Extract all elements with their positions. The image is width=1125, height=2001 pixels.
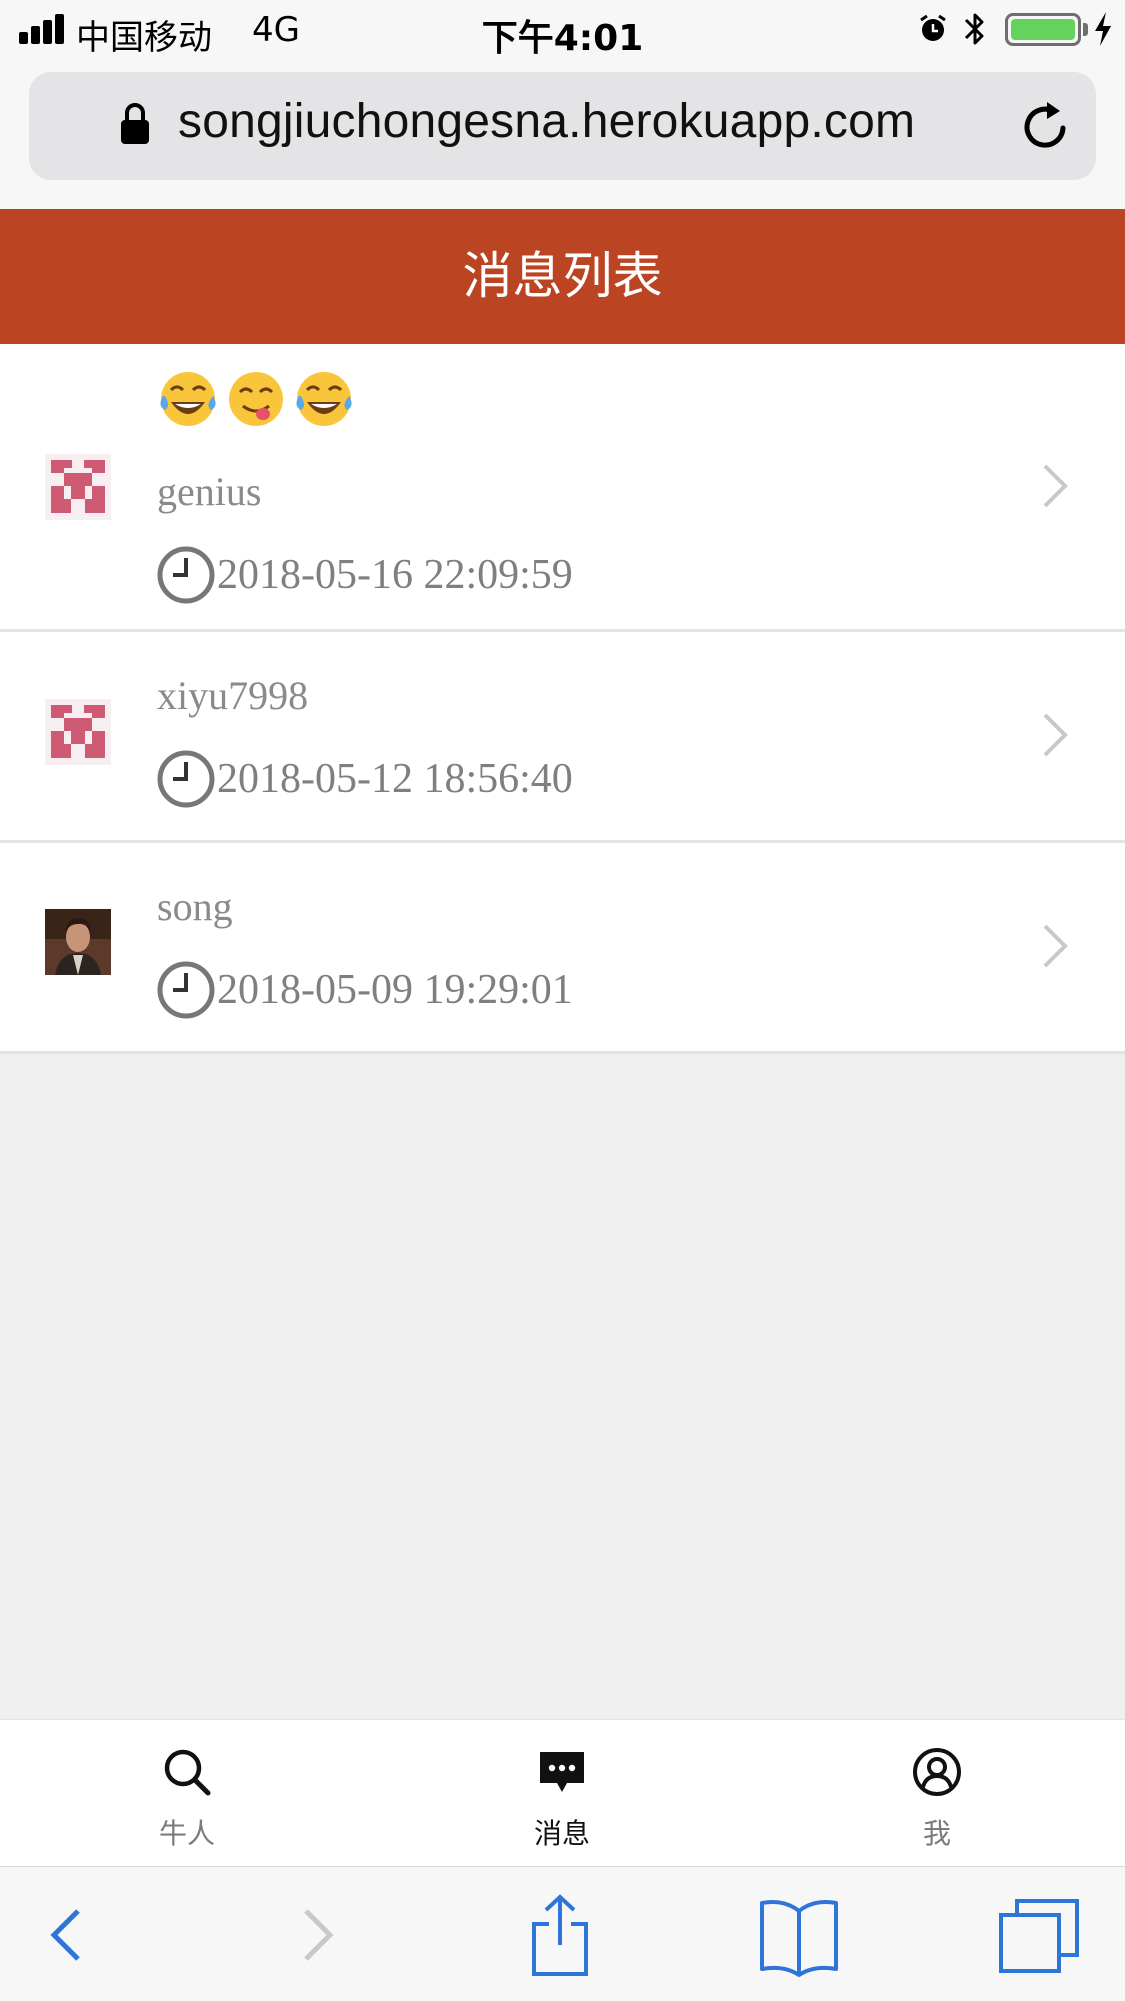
battery-icon (1005, 13, 1081, 46)
user-icon (913, 1748, 961, 1796)
clock-icon (157, 750, 215, 808)
chevron-right-icon (1043, 713, 1068, 757)
share-icon (532, 1894, 588, 1976)
address-bar[interactable]: songjiuchongesna.herokuapp.com (29, 72, 1096, 180)
message-item[interactable]: genius 2018-05-16 22:09:59 (0, 344, 1125, 632)
book-icon (760, 1900, 838, 1977)
clock-icon (157, 961, 215, 1019)
alarm-icon (920, 14, 946, 41)
sender-name: genius (157, 469, 262, 514)
chevron-left-icon (50, 1909, 80, 1961)
tab-label: 牛人 (158, 1817, 215, 1850)
chevron-right-icon (304, 1909, 334, 1961)
message-item[interactable]: song 2018-05-09 19:29:01 (0, 843, 1125, 1054)
tab-label: 我 (922, 1817, 951, 1850)
message-time: 2018-05-09 19:29:01 (157, 961, 573, 1019)
photo-portrait-avatar (45, 909, 111, 975)
message-time: 2018-05-16 22:09:59 (157, 546, 573, 604)
message-item[interactable]: xiyu7998 2018-05-12 18:56:40 (0, 632, 1125, 843)
message-time-text: 2018-05-12 18:56:40 (217, 756, 573, 802)
tears-of-joy-emoji-icon (160, 372, 216, 426)
tears-of-joy-emoji-icon (296, 372, 352, 426)
back-button[interactable] (22, 1891, 112, 1981)
charging-bolt-icon (1095, 12, 1111, 46)
avatar (45, 699, 111, 765)
yum-emoji-icon (229, 372, 283, 426)
tab-messages[interactable]: 消息 (462, 1720, 662, 1867)
avatar (45, 909, 111, 975)
status-time: 下午4:01 (481, 18, 644, 59)
battery-cap (1083, 23, 1088, 36)
tab-me[interactable]: 我 (837, 1720, 1037, 1867)
tabs-button[interactable] (995, 1891, 1085, 1981)
bookmarks-button[interactable] (754, 1891, 844, 1981)
identicon-avatar (45, 699, 111, 765)
browser-top-chrome: 中国移动 4G 下午4:01 songjiuchongesna.herokuap… (0, 0, 1125, 209)
message-time-text: 2018-05-16 22:09:59 (217, 552, 573, 598)
page-title: 消息列表 (462, 247, 663, 305)
app-header: 消息列表 (0, 209, 1125, 344)
status-bar: 中国移动 4G 下午4:01 (0, 0, 1125, 64)
bluetooth-icon (964, 13, 984, 45)
chevron-right-icon (1043, 464, 1068, 508)
identicon-avatar (45, 454, 111, 520)
message-time: 2018-05-12 18:56:40 (157, 750, 573, 808)
clock-icon (157, 546, 215, 604)
tab-niuren[interactable]: 牛人 (87, 1720, 287, 1867)
forward-button[interactable] (272, 1891, 362, 1981)
sender-name: xiyu7998 (157, 673, 309, 718)
app-tab-bar: 牛人 消息 我 (0, 1719, 1125, 1866)
battery-level (1011, 19, 1075, 40)
share-button[interactable] (515, 1891, 605, 1981)
url-text[interactable]: songjiuchongesna.herokuapp.com (178, 94, 915, 149)
message-preview-emojis (157, 368, 355, 434)
chat-bubble-icon (540, 1752, 584, 1792)
browser-toolbar (0, 1866, 1125, 2001)
sender-name: song (157, 884, 233, 929)
chevron-right-icon (1043, 924, 1068, 968)
message-time-text: 2018-05-09 19:29:01 (217, 967, 573, 1013)
reload-icon[interactable] (1020, 98, 1072, 154)
lock-icon (121, 103, 149, 144)
avatar (45, 454, 111, 520)
tab-label: 消息 (533, 1817, 590, 1850)
search-icon (164, 1749, 211, 1796)
tabs-icon (999, 1899, 1079, 1973)
message-list: genius 2018-05-16 22:09:59 xiyu7998 2018… (0, 344, 1125, 1054)
